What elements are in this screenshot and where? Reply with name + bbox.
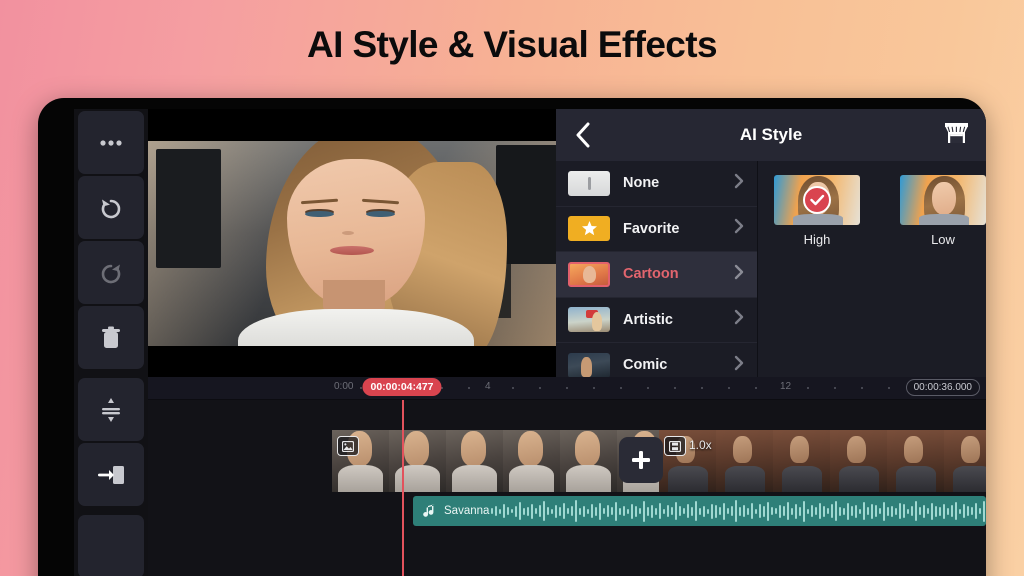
panel-body: None Favorite [556, 161, 986, 377]
chevron-right-icon [734, 355, 744, 376]
timeline[interactable]: 0:00 4 12 16 00:00:04:477 00:00:36.000 [148, 377, 986, 576]
video-preview[interactable] [148, 109, 556, 377]
plus-icon [630, 449, 652, 471]
page-title: AI Style & Visual Effects [0, 24, 1024, 66]
total-duration-badge[interactable]: 00:00:36.000 [906, 379, 980, 396]
style-label: Cartoon [623, 266, 679, 282]
extra-button[interactable] [78, 515, 144, 576]
delete-button[interactable] [78, 306, 144, 369]
style-label: Favorite [623, 221, 679, 237]
audio-waveform [413, 496, 986, 526]
undo-icon [98, 195, 124, 221]
style-row-favorite[interactable]: Favorite [556, 207, 757, 253]
timeline-ruler[interactable]: 0:00 4 12 16 00:00:04:477 00:00:36.000 [148, 377, 986, 400]
film-icon [664, 436, 686, 456]
thumbnail-none [568, 171, 610, 196]
chevron-right-icon [734, 309, 744, 330]
style-option-thumbnail [774, 175, 860, 225]
table-row[interactable]: 1.0x [659, 430, 986, 492]
chevron-left-icon [575, 122, 591, 148]
undo-button[interactable] [78, 176, 144, 239]
back-button[interactable] [570, 122, 596, 148]
trash-icon [100, 325, 122, 351]
style-row-artistic[interactable]: Artistic [556, 298, 757, 344]
music-note-icon [423, 503, 437, 519]
audio-clip-label: Savanna [423, 496, 489, 526]
more-options-button[interactable] [78, 111, 144, 174]
portrait-eye-right [366, 211, 395, 218]
panel-title: AI Style [556, 125, 986, 145]
style-label: None [623, 175, 659, 191]
export-button[interactable] [78, 443, 144, 506]
split-icon [98, 397, 124, 423]
style-option-high[interactable]: High [774, 175, 860, 377]
redo-icon [98, 260, 124, 286]
style-option-low[interactable]: Low [900, 175, 986, 377]
storefront-icon [943, 120, 970, 146]
style-label: Comic [623, 357, 667, 373]
thumbnail-artistic [568, 307, 610, 332]
style-row-comic[interactable]: Comic [556, 343, 757, 377]
app-screen: AI Style [74, 109, 986, 576]
split-button[interactable] [78, 378, 144, 441]
toolbar-divider [74, 369, 148, 376]
toolbar-divider-2 [74, 506, 148, 513]
left-toolbar [74, 109, 148, 576]
audio-track[interactable]: Savanna [413, 496, 986, 526]
store-button[interactable] [943, 120, 970, 151]
style-option-label: Low [900, 232, 986, 247]
playhead[interactable] [402, 400, 404, 576]
preview-frame [148, 141, 556, 346]
star-icon [581, 220, 598, 237]
video-track[interactable]: 1.0x [332, 430, 986, 492]
ruler-label: 0:00 [334, 381, 353, 392]
ruler-label: 12 [780, 381, 791, 392]
chevron-right-icon [734, 264, 744, 285]
chevron-right-icon [734, 218, 744, 239]
ellipsis-icon [100, 140, 122, 146]
style-row-none[interactable]: None [556, 161, 757, 207]
screenshot-root: AI Style & Visual Effects [0, 0, 1024, 576]
playhead-time-badge[interactable]: 00:00:04:477 [362, 378, 441, 396]
timeline-tracks: 1.0x [148, 400, 986, 576]
style-options-grid: High Low [758, 161, 986, 377]
add-clip-button[interactable] [619, 437, 663, 483]
export-icon [96, 463, 126, 487]
portrait-eye-left [305, 211, 334, 218]
style-option-thumbnail [900, 175, 986, 225]
style-label: Artistic [623, 312, 673, 328]
style-row-cartoon[interactable]: Cartoon [556, 252, 757, 298]
thumbnail-comic [568, 353, 610, 377]
portrait-lips [330, 246, 375, 255]
audio-track-name: Savanna [444, 505, 489, 517]
clip-speed-label: 1.0x [689, 438, 712, 452]
panel-header: AI Style [556, 109, 986, 161]
ruler-label: 4 [485, 381, 491, 392]
thumbnail-favorite [568, 216, 610, 241]
redo-button[interactable] [78, 241, 144, 304]
chevron-right-icon [734, 173, 744, 194]
style-category-list[interactable]: None Favorite [556, 161, 758, 377]
selected-check-icon [803, 186, 831, 214]
table-row[interactable] [332, 430, 659, 492]
image-icon [337, 436, 359, 456]
tablet-device-frame: AI Style [38, 98, 986, 576]
thumbnail-cartoon [568, 262, 610, 287]
style-option-label: High [774, 232, 860, 247]
ai-style-panel: AI Style [556, 109, 986, 377]
